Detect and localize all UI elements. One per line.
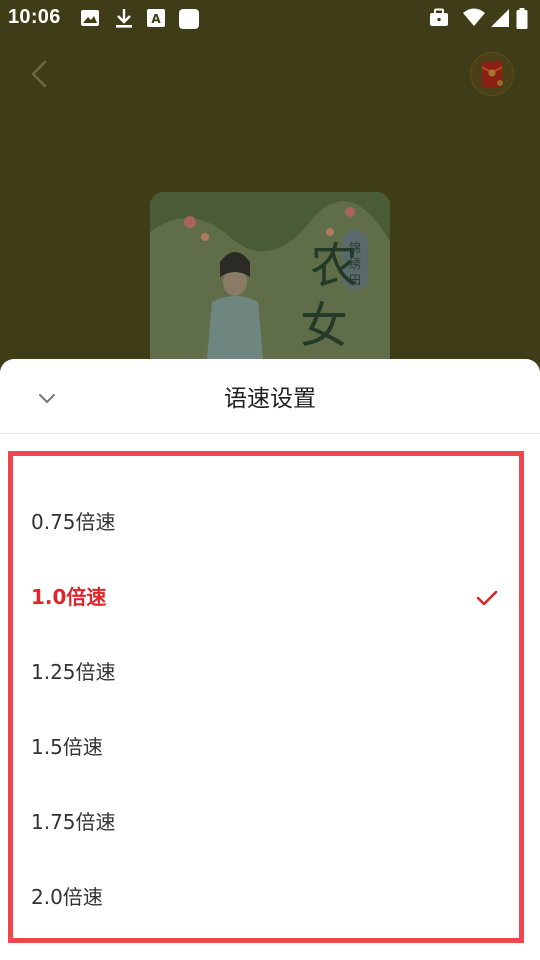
svg-text:A: A [151,12,161,26]
image-icon [81,10,99,26]
speed-option-1-25[interactable]: 1.25倍速 [13,635,519,710]
speed-option-0-5[interactable]: 0.5倍速 [13,456,519,485]
speed-option-label: 1.25倍速 [31,660,116,684]
status-bar: 10:06 A [0,0,540,36]
speed-option-label: 0.75倍速 [31,510,116,534]
svg-text:女: 女 [300,298,348,354]
speed-option-label: 1.75倍速 [31,810,116,834]
speed-option-label: 0.5倍速 [31,456,103,459]
speed-list-highlight: 0.5倍速 0.75倍速 1.0倍速 1.25倍速 1.5倍速 1.75倍速 [8,451,524,943]
square-icon [179,9,199,29]
clock: 10:06 [8,6,61,28]
speed-option-label: 1.0倍速 [31,585,107,609]
speed-option-2-0[interactable]: 2.0倍速 [13,860,519,935]
speed-list: 0.5倍速 0.75倍速 1.0倍速 1.25倍速 1.5倍速 1.75倍速 [13,456,519,935]
svg-text:农: 农 [310,238,358,294]
speed-option-label: 2.0倍速 [31,885,103,909]
check-icon [476,590,498,606]
speed-settings-sheet: 语速设置 0.5倍速 0.75倍速 1.0倍速 1.25倍速 1.5倍速 [0,359,540,960]
speed-option-1-75[interactable]: 1.75倍速 [13,785,519,860]
red-envelope-button[interactable] [470,52,514,96]
font-icon: A [147,9,165,27]
wifi-icon [463,8,485,26]
back-arrow-icon[interactable] [22,56,58,92]
download-icon [116,9,132,28]
sheet-title: 语速设置 [224,386,316,412]
signal-icon [491,9,509,27]
briefcase-icon [430,8,448,26]
red-envelope-icon [481,61,503,87]
speed-option-label: 1.5倍速 [31,735,103,759]
sheet-header: 语速设置 [0,359,540,434]
speed-option-1-5[interactable]: 1.5倍速 [13,710,519,785]
speed-option-0-75[interactable]: 0.75倍速 [13,485,519,560]
speed-option-1-0[interactable]: 1.0倍速 [13,560,519,635]
battery-icon [516,8,528,29]
